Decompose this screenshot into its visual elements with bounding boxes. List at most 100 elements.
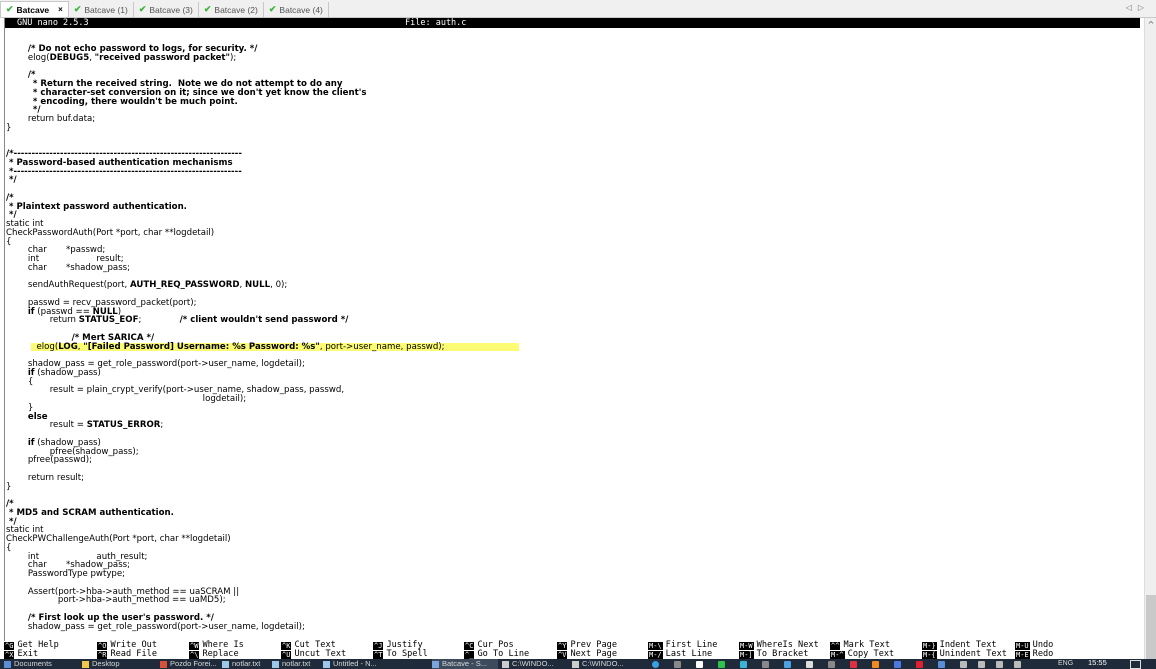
taskbar-item-0[interactable]: Documents: [4, 659, 70, 669]
taskbar-item-6[interactable]: Batcave - S...: [432, 659, 498, 669]
shortcut-exit[interactable]: ^X Exit: [4, 650, 38, 659]
tab-label: Batcave (4): [279, 4, 323, 15]
tray-icon-1[interactable]: [674, 661, 681, 668]
tray-icon-7[interactable]: [806, 661, 813, 668]
code-line: /*: [6, 499, 14, 509]
tray-icon-3[interactable]: [718, 661, 725, 668]
tray-icon-2[interactable]: [696, 661, 703, 668]
tab-label: Batcave (2): [214, 4, 258, 15]
tray-icon-15[interactable]: [978, 661, 985, 668]
shortcut-key: M-}: [922, 641, 937, 650]
taskbar-item-7[interactable]: C:\WINDO...: [502, 659, 568, 669]
shortcut-replace[interactable]: ^\ Replace: [189, 650, 239, 659]
shortcut-key: ^^: [830, 641, 841, 650]
code-line: CheckPasswordAuth(Port *port, char **log…: [6, 227, 215, 238]
shortcut-last-line[interactable]: M-/Last Line: [648, 650, 712, 659]
code-line: char *passwd;: [6, 245, 106, 256]
tab-nav: ◁▷: [1126, 3, 1150, 12]
shortcut-uncut-text[interactable]: ^U Uncut Text: [281, 650, 346, 659]
connected-check-icon: ✔: [73, 4, 82, 14]
tray-icon-8[interactable]: [828, 661, 835, 668]
shortcut-redo[interactable]: M-E Redo: [1015, 650, 1053, 659]
shortcut-key: M-^: [830, 650, 845, 659]
tab-close-icon[interactable]: ×: [58, 5, 63, 14]
tray-icon-14[interactable]: [960, 661, 967, 668]
tab-1[interactable]: ✔ Batcave (1): [69, 2, 134, 17]
code-line: * encoding, there wouldn't be much point…: [6, 96, 238, 107]
shortcut-key: ^T: [373, 650, 384, 659]
cmd-icon: [502, 660, 509, 668]
code-line: sendAuthRequest(port, AUTH_REQ_PASSWORD,…: [6, 280, 288, 291]
taskbar-item-label: notlar.txt: [282, 659, 311, 668]
shortcut-label: Unindent Text: [939, 649, 1007, 659]
tray-icon-11[interactable]: [894, 661, 901, 668]
clock[interactable]: 15:55: [1088, 659, 1107, 668]
code-line: passwd = recv_password_packet(port);: [6, 297, 197, 308]
shortcut-key: M-U: [1015, 641, 1030, 650]
notification-icon[interactable]: [1130, 660, 1141, 669]
tray-icon-12[interactable]: [916, 661, 923, 668]
tray-icon-0[interactable]: [652, 661, 659, 668]
shortcut-label: Last Line: [665, 649, 713, 659]
terminal-window[interactable]: GNU nano 2.5.3 File: auth.c /* Do not ec…: [4, 18, 1140, 663]
code-line: shadow_pass = get_role_password(port->us…: [6, 359, 305, 369]
shortcut-unindent-text[interactable]: M-{Unindent Text: [922, 650, 1007, 659]
tray-icon-16[interactable]: [996, 661, 1003, 668]
shortcut-key: M-\: [648, 641, 663, 650]
tray-icon-10[interactable]: [872, 661, 879, 668]
taskbar-item-8[interactable]: C:\WINDO...: [572, 659, 638, 669]
vertical-scrollbar[interactable]: ^: [1144, 18, 1156, 659]
shortcut-key: ^R: [97, 650, 108, 659]
taskbar-item-5[interactable]: Untitled - N...: [323, 659, 389, 669]
code-line: elog(DEBUG5, "received password packet")…: [6, 52, 237, 63]
code-line: else: [27, 411, 48, 422]
chrome-icon: [160, 660, 167, 668]
shortcut-go-to-line[interactable]: ^_ Go To Line: [464, 650, 529, 659]
shortcut-key: ^U: [281, 650, 292, 659]
tab-list: ✔ Batcave × ✔ Batcave (1) ✔ Batcave (3) ✔ Batcav…: [0, 0, 329, 17]
shortcut-to-bracket[interactable]: M-] To Bracket: [739, 650, 808, 659]
tray-icon-17[interactable]: [1014, 661, 1021, 668]
shortcut-to-spell[interactable]: ^T To Spell: [373, 650, 428, 659]
tray-icon-13[interactable]: [938, 661, 945, 668]
shortcut-next-page[interactable]: ^V Next Page: [557, 650, 617, 659]
tray-icon-5[interactable]: [762, 661, 769, 668]
tab-4[interactable]: ✔ Batcave (4): [264, 2, 329, 17]
tab-label: Batcave: [16, 4, 50, 15]
code-line: }: [6, 402, 34, 413]
shortcut-key: ^_: [464, 650, 475, 659]
windows-taskbar: ENG 15:55 Documents Desktop Pozdo Forei...…: [0, 659, 1156, 669]
taskbar-item-1[interactable]: Desktop: [82, 659, 148, 669]
code-editor[interactable]: /* Do not echo password to logs, for sec…: [5, 45, 1135, 631]
shortcut-read-file[interactable]: ^R Read File: [97, 650, 157, 659]
code-line: if (shadow_pass): [27, 437, 101, 448]
taskbar-item-2[interactable]: Pozdo Forei...: [160, 659, 226, 669]
shortcut-key: M-{: [922, 650, 937, 659]
code-line: int auth_result;: [6, 551, 148, 562]
connected-check-icon: ✔: [6, 4, 14, 14]
tray-icon-4[interactable]: [740, 661, 747, 668]
shortcut-key: ^O: [97, 641, 108, 650]
taskbar-item-label: Documents: [14, 659, 52, 668]
notepad-icon: [222, 660, 229, 668]
shortcut-label: Go To Line: [477, 649, 530, 659]
language-indicator[interactable]: ENG: [1058, 659, 1073, 669]
tab-next-icon[interactable]: ▷: [1138, 3, 1150, 12]
code-line: */: [6, 210, 17, 221]
scroll-up-icon[interactable]: ^: [1145, 20, 1156, 29]
shortcut-label: Exit: [17, 649, 39, 659]
tray-icon-6[interactable]: [784, 661, 791, 668]
tab-0[interactable]: ✔ Batcave ×: [0, 1, 69, 17]
tray-icon-9[interactable]: [850, 661, 857, 668]
scroll-thumb[interactable]: [1146, 595, 1156, 659]
shortcut-key: ^W: [189, 641, 200, 650]
shortcut-key: M-E: [1015, 650, 1030, 659]
tab-3[interactable]: ✔ Batcave (2): [199, 2, 264, 17]
tab-2[interactable]: ✔ Batcave (3): [134, 2, 199, 17]
shortcut-copy-text[interactable]: M-^ Copy Text: [830, 650, 894, 659]
tab-prev-icon[interactable]: ◁: [1126, 3, 1138, 12]
shortcut-label: Redo: [1032, 649, 1054, 659]
